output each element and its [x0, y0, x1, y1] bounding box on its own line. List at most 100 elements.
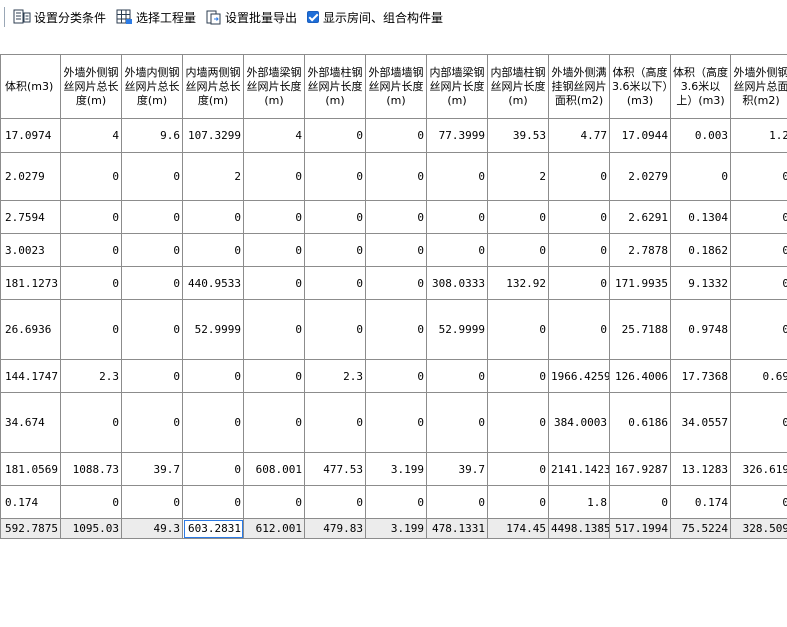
table-cell[interactable]: 0 [730, 299, 787, 360]
table-cell[interactable]: 1088.73 [60, 452, 122, 486]
table-cell[interactable]: 0 [121, 392, 183, 453]
table-cell[interactable]: 0 [121, 359, 183, 393]
table-cell[interactable]: 384.0003 [548, 392, 610, 453]
table-cell[interactable]: 0 [304, 485, 366, 519]
column-header[interactable]: 外墙外侧钢丝网片总长度(m) [60, 54, 122, 119]
total-cell[interactable]: 592.7875 [0, 518, 61, 539]
table-cell[interactable]: 17.7368 [670, 359, 731, 393]
table-cell[interactable]: 0 [182, 359, 244, 393]
table-cell[interactable]: 0 [365, 485, 427, 519]
table-cell[interactable]: 0 [365, 233, 427, 267]
table-cell[interactable]: 0 [121, 299, 183, 360]
table-cell[interactable]: 0 [182, 392, 244, 453]
table-cell[interactable]: 171.9935 [609, 266, 671, 300]
table-cell[interactable]: 52.9999 [182, 299, 244, 360]
table-cell[interactable]: 2.0279 [609, 152, 671, 201]
table-cell[interactable]: 126.4006 [609, 359, 671, 393]
table-cell[interactable]: 0 [121, 200, 183, 234]
select-project-button[interactable]: 选择工程量 [116, 9, 196, 26]
table-cell[interactable]: 2.6291 [609, 200, 671, 234]
table-cell[interactable]: 0 [487, 485, 549, 519]
table-cell[interactable]: 0 [365, 392, 427, 453]
table-cell[interactable]: 0.174 [670, 485, 731, 519]
table-cell[interactable]: 26.6936 [0, 299, 61, 360]
show-rooms-checkbox[interactable] [307, 11, 320, 23]
total-cell[interactable]: 4498.1385 [548, 518, 610, 539]
table-cell[interactable]: 0 [365, 299, 427, 360]
table-cell[interactable]: 0 [304, 266, 366, 300]
column-header[interactable]: 内墙两侧钢丝网片总长度(m) [182, 54, 244, 119]
table-row[interactable]: 181.1273 0 0 440.9533 0 0 0 308.0333 132.92 0 171.… [0, 266, 787, 300]
table-cell[interactable]: 0 [243, 152, 305, 201]
column-header[interactable]: 体积(m3) [0, 54, 61, 119]
table-row[interactable]: 0.174000000001.800.1740 [0, 485, 787, 519]
table-cell[interactable]: 0 [243, 392, 305, 453]
table-cell[interactable]: 0 [487, 200, 549, 234]
table-cell[interactable]: 4 [60, 118, 122, 153]
table-cell[interactable]: 0 [365, 118, 427, 153]
column-header[interactable]: 体积（高度3.6米以下）(m3) [609, 54, 671, 119]
table-cell[interactable]: 0 [243, 233, 305, 267]
batch-export-button[interactable]: 设置批量导出 [206, 9, 297, 26]
table-cell[interactable]: 0 [426, 485, 488, 519]
table-cell[interactable]: 144.1747 [0, 359, 61, 393]
table-cell[interactable]: 0 [426, 233, 488, 267]
table-cell[interactable]: 0 [182, 200, 244, 234]
total-cell[interactable]: 49.3 [121, 518, 183, 539]
table-cell[interactable]: 39.7 [426, 452, 488, 486]
table-cell[interactable]: 0 [426, 359, 488, 393]
column-header[interactable]: 外墙内侧钢丝网片总长度(m) [121, 54, 183, 119]
table-cell[interactable]: 0 [487, 392, 549, 453]
table-cell[interactable]: 0 [304, 392, 366, 453]
table-cell[interactable]: 2.7878 [609, 233, 671, 267]
table-cell[interactable]: 2.3 [60, 359, 122, 393]
table-cell[interactable]: 0 [487, 233, 549, 267]
show-rooms-toggle[interactable]: 显示房间、组合构件量 [307, 9, 443, 26]
table-cell[interactable]: 0 [730, 200, 787, 234]
table-cell[interactable]: 3.199 [365, 452, 427, 486]
table-cell[interactable]: 440.9533 [182, 266, 244, 300]
table-cell[interactable]: 0 [426, 200, 488, 234]
table-cell[interactable]: 1.8 [548, 485, 610, 519]
table-cell[interactable]: 0 [730, 233, 787, 267]
table-row[interactable]: 26.6936 0 0 52.9999 0 0 0 52.9999 0 0 25.7188 0.974… [0, 299, 787, 360]
total-cell[interactable]: 517.1994 [609, 518, 671, 539]
table-cell[interactable]: 39.53 [487, 118, 549, 153]
table-cell[interactable]: 0 [182, 233, 244, 267]
table-row[interactable]: 3.00230000000002.78780.18620 [0, 233, 787, 267]
table-cell[interactable]: 0 [243, 200, 305, 234]
table-cell[interactable]: 0 [548, 299, 610, 360]
table-cell[interactable]: 9.6 [121, 118, 183, 153]
column-header[interactable]: 内部墙梁钢丝网片长度(m) [426, 54, 488, 119]
table-cell[interactable]: 0 [730, 485, 787, 519]
table-cell[interactable]: 0 [426, 392, 488, 453]
table-cell[interactable]: 0 [121, 266, 183, 300]
table-cell[interactable]: 0.9748 [670, 299, 731, 360]
column-header[interactable]: 外墙外侧钢丝网片总面积(m2) [730, 54, 787, 119]
table-cell[interactable]: 0 [243, 359, 305, 393]
table-cell[interactable]: 0 [60, 152, 122, 201]
set-category-button[interactable]: 设置分类条件 [13, 9, 106, 26]
table-cell[interactable]: 0 [730, 152, 787, 201]
table-cell[interactable]: 0 [243, 266, 305, 300]
table-cell[interactable]: 0 [304, 152, 366, 201]
table-cell[interactable]: 181.1273 [0, 266, 61, 300]
table-cell[interactable]: 0.1304 [670, 200, 731, 234]
toolbar-dropdown-edge[interactable] [0, 7, 5, 27]
table-row[interactable]: 2.02790020000202.027900 [0, 152, 787, 201]
table-cell[interactable]: 107.3299 [182, 118, 244, 153]
table-row[interactable]: 181.0569 1088.73 39.7 0 608.001 477.53 3.199 39… [0, 452, 787, 486]
column-header[interactable]: 体积（高度3.6米以上）(m3) [670, 54, 731, 119]
total-cell[interactable]: 75.5224 [670, 518, 731, 539]
table-cell[interactable]: 0 [182, 452, 244, 486]
table-cell[interactable]: 0 [182, 485, 244, 519]
table-cell[interactable]: 0 [60, 200, 122, 234]
table-cell[interactable]: 0 [365, 152, 427, 201]
total-cell[interactable]: 174.45 [487, 518, 549, 539]
table-cell[interactable]: 1966.4259 [548, 359, 610, 393]
table-cell[interactable]: 0.174 [0, 485, 61, 519]
table-cell[interactable]: 1.2 [730, 118, 787, 153]
table-cell[interactable]: 0.003 [670, 118, 731, 153]
column-header[interactable]: 外墙外侧满挂钢丝网片面积(m2) [548, 54, 610, 119]
table-cell[interactable]: 34.674 [0, 392, 61, 453]
